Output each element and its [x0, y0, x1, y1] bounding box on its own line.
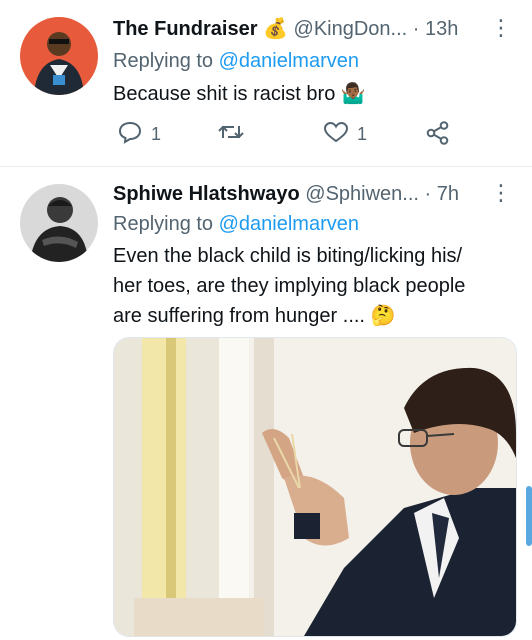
timestamp[interactable]: · 13h: [413, 18, 459, 40]
mention-link[interactable]: @danielmarven: [219, 213, 359, 235]
money-bag-emoji-icon: 💰: [263, 18, 288, 40]
tweet-header: Sphiwe Hlatshwayo @Sphiwen... · 7h: [113, 181, 459, 207]
tweet-text-line: Even the black child is biting/licking h…: [113, 245, 463, 267]
tweet-text-line: are suffering from hunger ....: [113, 305, 365, 327]
share-icon: [425, 120, 451, 151]
user-handle[interactable]: @KingDon...: [294, 18, 408, 40]
share-button[interactable]: [425, 120, 451, 151]
replying-to: Replying to @danielmarven: [113, 211, 359, 237]
tweet-text-line-last: are suffering from hunger .... 🤔: [113, 301, 465, 331]
mention-link[interactable]: @danielmarven: [219, 50, 359, 72]
tweet-text-content: Because shit is racist bro: [113, 83, 336, 105]
tweet-header: The Fundraiser 💰 @KingDon... · 13h: [113, 16, 458, 42]
replying-to-label: Replying to: [113, 50, 214, 72]
retweet-button[interactable]: [217, 120, 253, 149]
replying-to: Replying to @danielmarven: [113, 48, 359, 74]
tweet-1[interactable]: The Fundraiser 💰 @KingDon... · 13h ⋮ Rep…: [0, 0, 532, 166]
reply-icon: [117, 120, 143, 149]
shrug-emoji-icon: 🤷🏾‍♂️: [340, 83, 366, 105]
avatar[interactable]: [20, 184, 98, 262]
display-name[interactable]: Sphiwe Hlatshwayo: [113, 183, 300, 205]
tweet-text: Because shit is racist bro 🤷🏾‍♂️: [113, 79, 366, 109]
thinking-emoji-icon: 🤔: [370, 305, 396, 327]
display-name[interactable]: The Fundraiser: [113, 18, 257, 40]
like-button[interactable]: 1: [323, 120, 367, 149]
like-count: 1: [357, 124, 368, 144]
user-handle[interactable]: @Sphiwen...: [305, 183, 419, 205]
tweet-text: Even the black child is biting/licking h…: [113, 241, 465, 331]
tweet-text-line: her toes, are they implying black people: [113, 275, 466, 297]
replying-to-label: Replying to: [113, 213, 214, 235]
retweet-icon: [217, 120, 245, 149]
scrollbar-thumb[interactable]: [526, 486, 532, 546]
reply-count: 1: [151, 124, 162, 144]
avatar[interactable]: [20, 17, 98, 95]
tweet-photo[interactable]: [113, 337, 517, 637]
reply-button[interactable]: 1: [117, 120, 161, 149]
tweet-actions: 1 1: [113, 120, 453, 154]
like-icon: [323, 120, 349, 149]
more-options-icon[interactable]: ⋮: [490, 182, 512, 204]
more-options-icon[interactable]: ⋮: [490, 17, 512, 39]
timestamp[interactable]: · 7h: [425, 183, 459, 205]
